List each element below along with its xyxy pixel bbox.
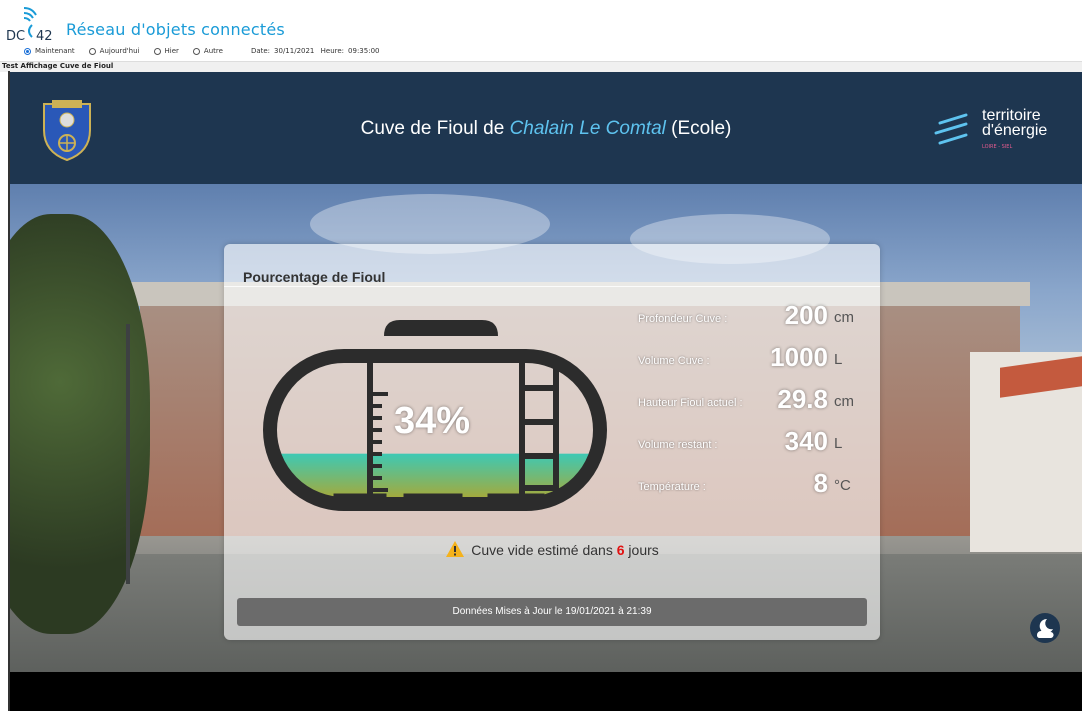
stat-volume: Volume Cuve : 1000 L xyxy=(638,342,868,384)
fuel-card: Pourcentage de Fioul 34% Profondeur Cuve… xyxy=(224,244,880,640)
page-title: Cuve de Fioul de Chalain Le Comtal (Ecol… xyxy=(10,118,1082,140)
title-place: Chalain Le Comtal xyxy=(509,118,666,139)
title-suffix: (Ecole) xyxy=(665,118,732,139)
radio-label: Hier xyxy=(164,47,179,55)
period-selector: Maintenant Aujourd'hui Hier Autre Date: 3… xyxy=(24,45,383,57)
stat-unit: cm xyxy=(834,309,854,326)
radio-aujourdhui[interactable]: Aujourd'hui xyxy=(88,47,140,55)
brand-line2: d'énergie xyxy=(982,122,1048,139)
radio-label: Aujourd'hui xyxy=(99,47,140,55)
card-title: Pourcentage de Fioul xyxy=(243,269,386,285)
dc42-logo: DC 42 xyxy=(6,7,53,42)
fuel-percentage: 34% xyxy=(394,400,471,442)
card-divider xyxy=(224,286,880,287)
weather-moon-cloud-icon[interactable] xyxy=(1030,613,1060,643)
stat-label: Volume restant : xyxy=(638,439,718,451)
bottom-bar xyxy=(10,672,1082,711)
warning-triangle-icon xyxy=(446,541,465,557)
stat-value: 340 xyxy=(784,426,828,456)
title-prefix: Cuve de Fioul de xyxy=(360,118,510,139)
time-label: Heure: xyxy=(320,47,345,55)
radio-hier[interactable]: Hier xyxy=(153,47,179,55)
stat-label: Profondeur Cuve : xyxy=(638,313,728,325)
app-title: Réseau d'objets connectés xyxy=(66,20,285,39)
stat-hauteur: Hauteur Fioul actuel : 29.8 cm xyxy=(638,384,868,426)
radio-dot[interactable] xyxy=(153,47,161,55)
warning-prefix: Cuve vide estimé dans xyxy=(471,542,617,558)
radio-autre[interactable]: Autre xyxy=(192,47,223,55)
warning-suffix: jours xyxy=(624,542,659,558)
stat-value: 1000 xyxy=(770,342,828,372)
datetime-display: Date: 30/11/2021 Heure: 09:35:00 xyxy=(251,47,384,55)
stat-unit: °C xyxy=(834,477,851,494)
stat-label: Volume Cuve : xyxy=(638,355,710,367)
brand-name: territoire d'énergie xyxy=(982,107,1048,139)
stat-label: Hauteur Fioul actuel : xyxy=(638,397,743,409)
radio-label: Autre xyxy=(203,47,223,55)
time-value: 09:35:00 xyxy=(348,47,380,55)
stat-value: 29.8 xyxy=(777,384,828,414)
svg-text:DC: DC xyxy=(6,29,25,42)
stat-value: 200 xyxy=(784,300,828,330)
brand-line1: territoire xyxy=(982,107,1041,124)
brand-sub: LOIRE - SIEL xyxy=(982,144,1013,150)
title-banner: Cuve de Fioul de Chalain Le Comtal (Ecol… xyxy=(10,72,1082,184)
stat-profondeur: Profondeur Cuve : 200 cm xyxy=(638,300,868,342)
tank-stats: Profondeur Cuve : 200 cm Volume Cuve : 1… xyxy=(638,300,868,510)
stat-value: 8 xyxy=(813,468,828,498)
subtitle-bar: Test Affichage Cuve de Fioul xyxy=(0,61,1082,72)
stat-unit: L xyxy=(834,351,843,368)
radio-label: Maintenant xyxy=(35,47,75,55)
svg-text:42: 42 xyxy=(36,29,53,42)
stat-temperature: Température : 8 °C xyxy=(638,468,868,510)
empty-estimate-warning: Cuve vide estimé dans 6 jours xyxy=(224,540,880,558)
radio-maintenant[interactable]: Maintenant xyxy=(24,47,75,55)
date-value: 30/11/2021 xyxy=(274,47,315,55)
stat-unit: L xyxy=(834,435,843,452)
radio-dot[interactable] xyxy=(24,47,31,55)
radio-dot[interactable] xyxy=(192,47,200,55)
dashboard-frame: Cuve de Fioul de Chalain Le Comtal (Ecol… xyxy=(10,72,1082,711)
last-update-bar: Données Mises à Jour le 19/01/2021 à 21:… xyxy=(237,598,867,626)
top-header: DC 42 Réseau d'objets connectés Maintena… xyxy=(0,0,1082,72)
stat-volume-restant: Volume restant : 340 L xyxy=(638,426,868,468)
radio-dot[interactable] xyxy=(88,47,96,55)
stat-label: Température : xyxy=(638,481,706,493)
page-subtitle: Test Affichage Cuve de Fioul xyxy=(2,62,114,70)
date-label: Date: xyxy=(250,47,271,55)
stat-unit: cm xyxy=(834,393,854,410)
warning-days: 6 xyxy=(616,542,625,558)
